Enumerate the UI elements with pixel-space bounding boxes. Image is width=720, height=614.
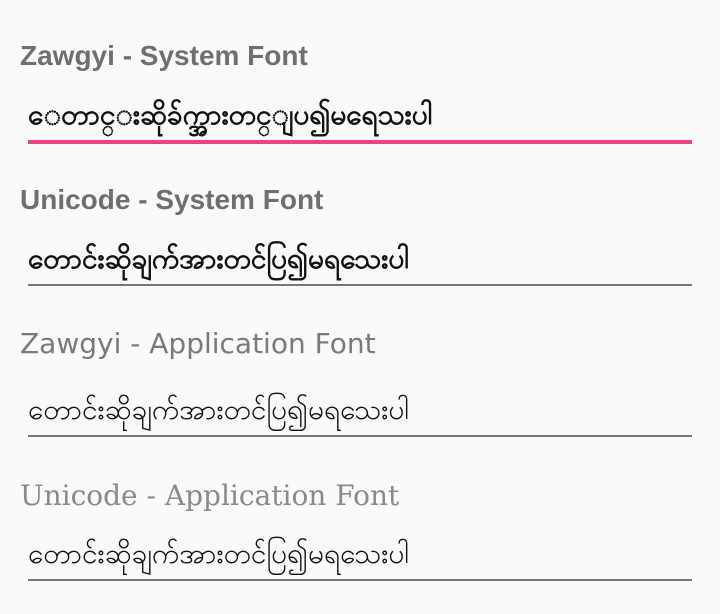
unicode-application-font-input[interactable]: တောင်းဆိုချက်အားတင်ပြ၍မရသေးပါ [28, 529, 692, 581]
zawgyi-system-font-label: Zawgyi - System Font [20, 40, 308, 71]
unicode-system-font-section: Unicode - System Font တောင်းဆိုချက်အားတင… [0, 150, 720, 295]
zawgyi-application-font-section: Zawgyi - Application Font တောင်းဆိုချက်အ… [0, 295, 720, 445]
unicode-application-font-input-text: တောင်းဆိုချက်အားတင်ပြ၍မရသေးပါ [28, 537, 410, 570]
unicode-system-font-input[interactable]: တောင်းဆိုချက်အားတင်ပြ၍မရသေးပါ [28, 234, 692, 286]
unicode-application-font-section: Unicode - Application Font တောင်းဆိုချက်… [0, 445, 720, 595]
zawgyi-application-font-input[interactable]: တောင်းဆိုချက်အားတင်ပြ၍မရသေးပါ [28, 385, 692, 437]
zawgyi-system-font-section: Zawgyi - System Font ေတာင္းဆိုခ်က္အားတင္… [0, 0, 720, 150]
zawgyi-application-font-label: Zawgyi - Application Font [20, 327, 376, 360]
zawgyi-system-font-input-text: ေတာင္းဆိုခ်က္အားတင္ျပ၍မရေသးပါ [28, 98, 433, 131]
unicode-system-font-input-text: တောင်းဆိုချက်အားတင်ပြ၍မရသေးပါ [28, 242, 410, 275]
unicode-system-font-label: Unicode - System Font [20, 184, 324, 215]
zawgyi-system-font-input[interactable]: ေတာင္းဆိုခ်က္အားတင္ျပ၍မရေသးပါ [28, 92, 692, 144]
zawgyi-application-font-input-text: တောင်းဆိုချက်အားတင်ပြ၍မရသေးပါ [28, 393, 410, 426]
unicode-application-font-label: Unicode - Application Font [20, 479, 400, 512]
